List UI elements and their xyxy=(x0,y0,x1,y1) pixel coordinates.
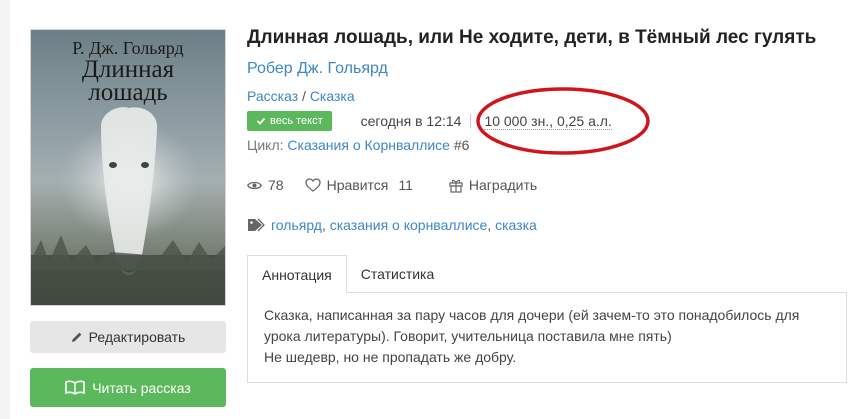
genre-list: Рассказ / Сказка xyxy=(247,88,355,104)
series-link[interactable]: Сказания о Корнваллисе xyxy=(287,137,450,153)
eye-icon xyxy=(247,181,262,189)
details-tabs: Аннотация Статистика xyxy=(247,255,847,293)
tag-link-fairy-tale[interactable]: сказка xyxy=(495,217,537,233)
genre-link-story[interactable]: Рассказ xyxy=(247,88,298,104)
tag-separator: , xyxy=(321,217,330,233)
cover-title-line-2: лошадь xyxy=(88,79,168,106)
tag-icon xyxy=(248,218,265,232)
tag-items: гольярд, сказания о корнваллисе, сказка xyxy=(271,217,537,233)
genre-separator: / xyxy=(298,88,310,104)
status-badge: весь текст xyxy=(247,111,332,131)
annotation-line-1: Сказка, написанная за пару часов для доч… xyxy=(264,307,800,323)
author-link[interactable]: Робер Дж. Гольярд xyxy=(247,60,388,78)
series-label: Цикл: xyxy=(247,137,284,153)
annotation-line-3: Не шедевр, но не пропадать же добру. xyxy=(264,349,517,365)
genre-link-fairy-tale[interactable]: Сказка xyxy=(310,88,355,104)
gift-icon xyxy=(449,179,463,193)
status-badge-label: весь текст xyxy=(270,115,323,127)
reward-button[interactable]: Наградить xyxy=(449,177,537,193)
cover-title-text: Длинная лошадь xyxy=(31,56,225,106)
heart-icon xyxy=(304,178,321,192)
annotation-panel: Сказка, написанная за пару часов для доч… xyxy=(247,292,847,383)
red-annotation-circle xyxy=(476,87,650,155)
edit-button-label: Редактировать xyxy=(88,329,186,345)
open-book-icon xyxy=(65,380,86,395)
likes-count: 11 xyxy=(398,177,413,193)
tag-separator: , xyxy=(487,217,496,233)
stats-row: 78 Нравится 11 Наградить xyxy=(247,175,537,195)
views-count: 78 xyxy=(268,177,284,193)
tab-annotation[interactable]: Аннотация xyxy=(247,255,347,293)
updated-time: сегодня в 12:14 xyxy=(360,113,462,129)
read-story-button[interactable]: Читать рассказ xyxy=(30,368,226,407)
tab-statistics[interactable]: Статистика xyxy=(346,255,449,293)
annotation-line-2: урока литературы). Говорит, учительница … xyxy=(264,328,672,344)
pencil-icon xyxy=(71,332,82,342)
reward-label: Наградить xyxy=(468,177,538,193)
edit-button[interactable]: Редактировать xyxy=(30,321,226,353)
tabs-baseline xyxy=(448,255,847,293)
cover-title-line-1: Длинная xyxy=(81,56,175,83)
book-title: Длинная лошадь, или Не ходите, дети, в Т… xyxy=(247,27,817,48)
meta-divider xyxy=(470,114,472,128)
book-cover-image[interactable]: Р. Дж. Гольярд Длинная лошадь xyxy=(30,29,226,306)
series-info: Цикл: Сказания о Корнваллисе #6 xyxy=(247,137,469,153)
tag-list: гольярд, сказания о корнваллисе, сказка xyxy=(247,215,537,235)
series-number: #6 xyxy=(453,137,470,153)
views-stat: 78 xyxy=(247,177,284,193)
check-icon xyxy=(256,117,266,125)
tag-link-golyard[interactable]: гольярд xyxy=(271,217,322,233)
like-button[interactable]: Нравится 11 xyxy=(304,177,413,193)
tag-link-cornwallis-tales[interactable]: сказания о корнваллисе xyxy=(330,217,488,233)
read-story-button-label: Читать рассказ xyxy=(92,379,191,396)
like-label: Нравится xyxy=(326,177,389,193)
